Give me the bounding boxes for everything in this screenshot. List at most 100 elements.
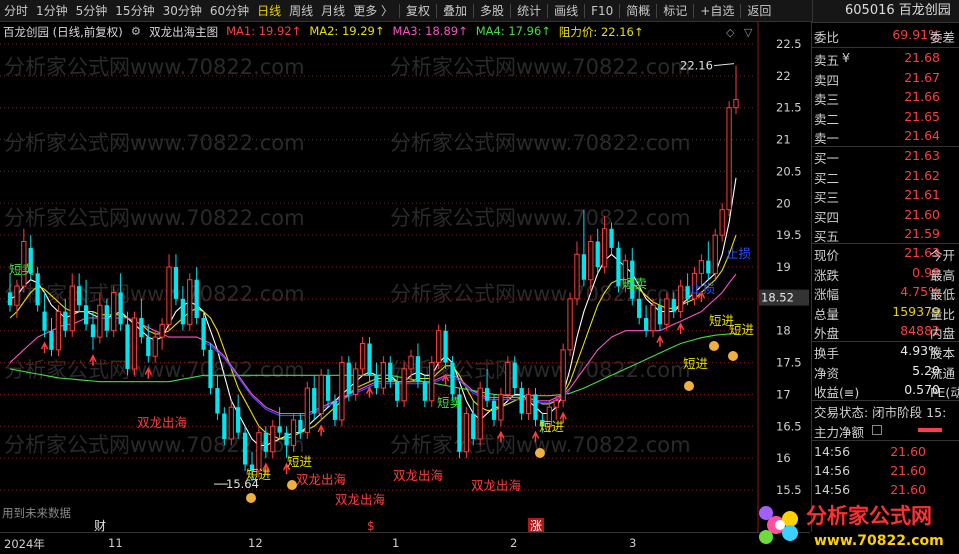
candle-body: [325, 375, 331, 401]
tool-divider: [693, 3, 695, 18]
candle-body: [146, 337, 151, 357]
period-tab-3[interactable]: 15分钟: [111, 0, 158, 22]
tool-button-8[interactable]: +自选: [696, 0, 738, 22]
logo-text: 分析家公式网: [806, 504, 932, 528]
y-tick-label: 22.5: [776, 37, 802, 51]
tool-button-6[interactable]: 简概: [622, 0, 654, 22]
stat-row-2: 涨幅 4.75% 最低: [812, 283, 959, 302]
period-tabs: 分时 1分钟 5分钟 15分钟 30分钟 60分钟 日线 周线 月线 更多 〉: [0, 0, 397, 22]
tool-button-5[interactable]: F10: [587, 0, 617, 22]
tool-button-2[interactable]: 多股: [476, 0, 508, 22]
tick-price: 21.60: [890, 444, 926, 459]
toolbar-divider: [399, 3, 401, 18]
stat-row-3-extra: 量比: [930, 306, 956, 322]
signal-label: 双龙出海: [393, 468, 444, 483]
menu-icon[interactable]: [872, 425, 882, 435]
candle-body: [263, 432, 268, 452]
candle-body: [595, 241, 600, 267]
tool-button-9[interactable]: 返回: [743, 0, 775, 22]
tick-row: 14:56 21.60: [812, 443, 959, 462]
candle: [125, 311, 130, 376]
candle-body: [388, 362, 393, 382]
candle: [471, 400, 476, 446]
candle-body: [339, 362, 345, 421]
candle: [236, 394, 241, 440]
candle: [719, 203, 725, 242]
tool-button-4[interactable]: 画线: [550, 0, 582, 22]
date-label: 3: [629, 536, 637, 550]
tool-button-1[interactable]: 叠加: [439, 0, 471, 22]
period-tab-9[interactable]: 更多 〉: [349, 0, 397, 22]
candle-body: [125, 324, 130, 369]
period-tab-7[interactable]: 周线: [285, 0, 317, 22]
tool-button-7[interactable]: 标记: [659, 0, 691, 22]
candle: [477, 381, 483, 446]
period-tab-5[interactable]: 60分钟: [206, 0, 253, 22]
tick-row: 14:56 21.60: [812, 462, 959, 481]
period-tab-2[interactable]: 5分钟: [72, 0, 112, 22]
candle-body: [643, 317, 649, 331]
weibi-row-label: 委比: [814, 30, 840, 45]
stat-row-2-extra: 最低: [930, 287, 956, 302]
candle-body: [173, 267, 179, 299]
stat-row-1-label: 涨跌: [814, 267, 840, 283]
settings-icon[interactable]: ⚙: [131, 24, 141, 40]
stat-row-4-label: 外盘: [814, 326, 840, 341]
candle-body: [525, 393, 532, 415]
period-tab-4[interactable]: 30分钟: [159, 0, 206, 22]
stat-row-0-extra: 今开: [930, 248, 956, 263]
candle: [146, 324, 151, 363]
period-tab-0[interactable]: 分时: [0, 0, 32, 22]
candle-body: [187, 279, 193, 325]
period-tab-1[interactable]: 1分钟: [32, 0, 72, 22]
panel-divider: [812, 440, 959, 441]
tool-button-0[interactable]: 复权: [402, 0, 434, 22]
candle-body: [443, 330, 448, 363]
candle: [359, 337, 366, 376]
hand-icon: [684, 381, 694, 391]
signal-label: 短进: [246, 467, 272, 482]
candle-body: [55, 311, 62, 351]
candle-body: [374, 375, 379, 389]
candle-body: [63, 311, 68, 331]
period-tab-8[interactable]: 月线: [317, 0, 349, 22]
watermark-text: 分析家公式网www.70822.com: [390, 131, 691, 155]
kline-chart[interactable]: 分析家公式网www.70822.com 分析家公式网www.70822.com 分析…: [0, 22, 810, 532]
candle: [525, 388, 532, 420]
ask-note: ¥: [842, 50, 850, 65]
bid-row-4-label: 买四: [814, 209, 840, 225]
tool-button-3[interactable]: 统计: [513, 0, 545, 22]
candle-body: [49, 330, 54, 350]
bid-row-5: 买五 21.59: [812, 225, 959, 244]
candle-body: [706, 260, 711, 274]
ask-row-2: 卖二 21.65: [812, 108, 959, 127]
candle-body: [505, 362, 511, 395]
indicator-name[interactable]: 双龙出海主图: [149, 24, 218, 40]
candle: [643, 305, 649, 338]
candle-body: [284, 432, 289, 446]
weibi-row: 委比 69.91% 委差: [812, 26, 959, 45]
watermark-text: 分析家公式网www.70822.com: [4, 131, 305, 155]
candle-body: [616, 247, 621, 287]
y-tick-label: 21: [776, 133, 791, 147]
candle-body: [139, 317, 144, 338]
main-flow-label: 主力净额: [814, 425, 865, 440]
chart-header: 百龙创园 (日线,前复权) ⚙ 双龙出海主图 MA1: 19.92↑ MA2: …: [0, 24, 644, 40]
candle-body: [318, 374, 324, 415]
candle: [339, 356, 345, 427]
candle-body: [346, 362, 351, 395]
panel-divider: [812, 22, 959, 23]
candle: [374, 362, 379, 395]
candle: [726, 101, 732, 217]
event-marker: $: [367, 519, 375, 532]
resistance-value: 阻力价: 22.16↑: [558, 25, 644, 39]
period-tab-6[interactable]: 日线: [253, 0, 285, 22]
signal-label: 短卖: [9, 262, 34, 277]
candle-body: [215, 388, 220, 414]
signal-label: 短进: [539, 419, 565, 434]
ask-row-3-value: 21.66: [904, 89, 940, 104]
stat2-row-2-label: 收益(≡): [814, 385, 860, 400]
bid-row-2: 买二 21.62: [812, 167, 959, 186]
main-flow-row[interactable]: 主力净额: [812, 421, 959, 440]
kline-svg[interactable]: 分析家公式网www.70822.com 分析家公式网www.70822.com 分析…: [0, 22, 810, 532]
